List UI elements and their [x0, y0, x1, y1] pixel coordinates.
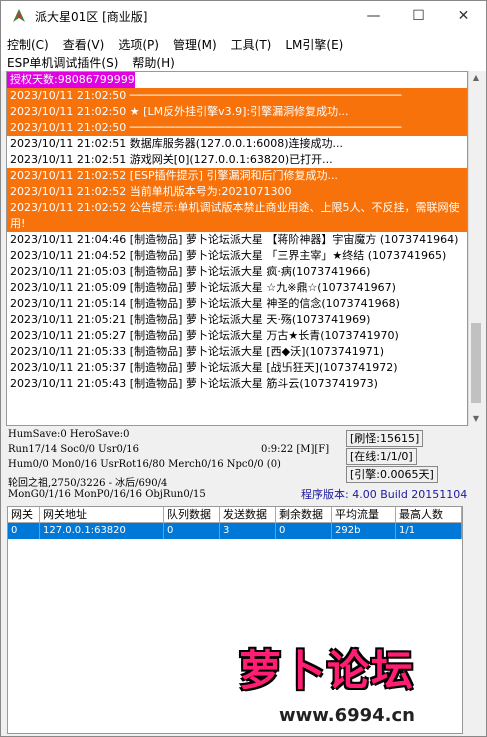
cell-sent: 3 [220, 523, 276, 539]
scroll-up-icon[interactable]: ▲ [469, 71, 483, 85]
col-queue[interactable]: 队列数据 [164, 507, 220, 522]
menu-help[interactable]: 帮助(H) [132, 54, 174, 71]
table-header: 网关 网关地址 队列数据 发送数据 剩余数据 平均流量 最高人数 [8, 507, 462, 523]
watermark-url: www.6994.cn [279, 705, 415, 726]
status-boss: 轮回之祖,2750/3226 - 冰后/690/4 [8, 478, 168, 489]
log-line: 2023/10/11 21:02:50 ────────────────────… [7, 120, 467, 136]
log-line: 2023/10/11 21:02:50 ────────────────────… [7, 88, 467, 104]
log-line: 2023/10/11 21:05:37 [制造物品] 萝卜论坛派大星 [战卐狂天… [10, 361, 398, 374]
cell-remain: 0 [276, 523, 332, 539]
title-bar[interactable]: 派大星01区 [商业版] — ☐ ✕ [1, 1, 486, 31]
log-line: 2023/10/11 21:05:14 [制造物品] 萝卜论坛派大星 神圣的信念… [10, 297, 400, 310]
col-gateway[interactable]: 网关 [8, 507, 40, 522]
menu-lm-engine[interactable]: LM引擎(E) [285, 36, 343, 53]
log-line: 2023/10/11 21:05:03 [制造物品] 萝卜论坛派大星 疯·病(1… [10, 265, 371, 278]
status-mon: MonG0/1/16 MonP0/16/16 ObjRun0/15 [8, 489, 206, 500]
log-line: 2023/10/11 21:02:52 当前单机版本号为:2021071300 [7, 184, 467, 200]
log-line: 2023/10/11 21:02:51 数据库服务器(127.0.0.1:600… [10, 137, 344, 150]
close-button[interactable]: ✕ [441, 1, 486, 31]
log-line: 2023/10/11 21:05:27 [制造物品] 萝卜论坛派大星 万古★长青… [10, 329, 399, 342]
cell-address: 127.0.0.1:63820 [40, 523, 164, 539]
menu-options[interactable]: 选项(P) [118, 36, 159, 53]
site-watermark: 萝卜论坛 www.6994.cn [239, 637, 474, 737]
status-panel: HumSave:0 HeroSave:0 Run17/14 Soc0/0 Usr… [6, 429, 482, 505]
app-icon [11, 8, 27, 24]
log-line: 2023/10/11 21:02:52 [ESP插件提示] 引擎漏洞和后门修复成… [7, 168, 467, 184]
log-line: 2023/10/11 21:05:21 [制造物品] 萝卜论坛派大星 天·殇(1… [10, 313, 371, 326]
menu-view[interactable]: 查看(V) [63, 36, 105, 53]
log-line: 2023/10/11 21:05:09 [制造物品] 萝卜论坛派大星 ☆九※鼎☆… [10, 281, 396, 294]
watermark-logo: 萝卜论坛 [239, 646, 416, 695]
minimize-button[interactable]: — [351, 1, 396, 31]
menu-tools[interactable]: 工具(T) [231, 36, 272, 53]
scroll-thumb[interactable] [471, 323, 481, 403]
menu-esp-plugin[interactable]: ESP单机调试插件(S) [7, 54, 118, 71]
status-run: Run17/14 Soc0/0 Usr0/16 [8, 444, 139, 455]
online-badge: [在线:1/1/0] [346, 448, 417, 465]
status-hum: Hum0/0 Mon0/16 UsrRot16/80 Merch0/16 Npc… [8, 459, 281, 470]
col-max-users[interactable]: 最高人数 [396, 507, 462, 522]
engine-badge: [引擎:0.0065天] [346, 466, 438, 483]
menu-manage[interactable]: 管理(M) [173, 36, 217, 53]
cell-max-users: 1/1 [396, 523, 462, 539]
program-version: 程序版本: 4.00 Build 20151104 [301, 488, 468, 501]
log-line: 2023/10/11 21:04:52 [制造物品] 萝卜论坛派大星 「三界主宰… [10, 249, 447, 262]
col-avg-flow[interactable]: 平均流量 [332, 507, 396, 522]
menu-bar: 控制(C) 查看(V) 选项(P) 管理(M) 工具(T) LM引擎(E) ES… [1, 31, 486, 71]
table-row[interactable]: 0 127.0.0.1:63820 0 3 0 292b 1/1 [8, 523, 462, 539]
log-line: 2023/10/11 21:05:43 [制造物品] 萝卜论坛派大星 筋斗云(1… [10, 377, 378, 390]
status-time: 0:9:22 [M][F] [261, 444, 330, 455]
scroll-down-icon[interactable]: ▼ [469, 412, 483, 426]
menu-control[interactable]: 控制(C) [7, 36, 49, 53]
log-line: 2023/10/11 21:02:50 ★ [LM反外挂引擎v3.9]:引擎漏洞… [7, 104, 467, 120]
cell-gateway: 0 [8, 523, 40, 539]
status-save: HumSave:0 HeroSave:0 [8, 429, 130, 440]
app-window: 派大星01区 [商业版] — ☐ ✕ 控制(C) 查看(V) 选项(P) 管理(… [0, 0, 487, 737]
log-line: 2023/10/11 21:02:51 游戏网关[0](127.0.0.1:63… [10, 153, 333, 166]
log-line: 2023/10/11 21:02:52 公告提示:单机调试版本禁止商业用途、上限… [7, 200, 467, 232]
refresh-badge: [刷怪:15615] [346, 430, 424, 447]
col-sent[interactable]: 发送数据 [220, 507, 276, 522]
maximize-button[interactable]: ☐ [396, 1, 441, 31]
log-scrollbar[interactable]: ▲ ▼ [468, 71, 482, 426]
col-remain[interactable]: 剩余数据 [276, 507, 332, 522]
log-line: 2023/10/11 21:04:46 [制造物品] 萝卜论坛派大星 【蒋阶神器… [10, 233, 459, 246]
cell-avg-flow: 292b [332, 523, 396, 539]
log-panel[interactable]: 授权天数:98086799999 2023/10/11 21:02:50 ────… [6, 71, 468, 426]
cell-queue: 0 [164, 523, 220, 539]
window-title: 派大星01区 [商业版] [35, 9, 148, 24]
log-line: 2023/10/11 21:05:33 [制造物品] 萝卜论坛派大星 [西◆沃]… [10, 345, 384, 358]
col-address[interactable]: 网关地址 [40, 507, 164, 522]
log-line: 授权天数:98086799999 [7, 72, 135, 88]
